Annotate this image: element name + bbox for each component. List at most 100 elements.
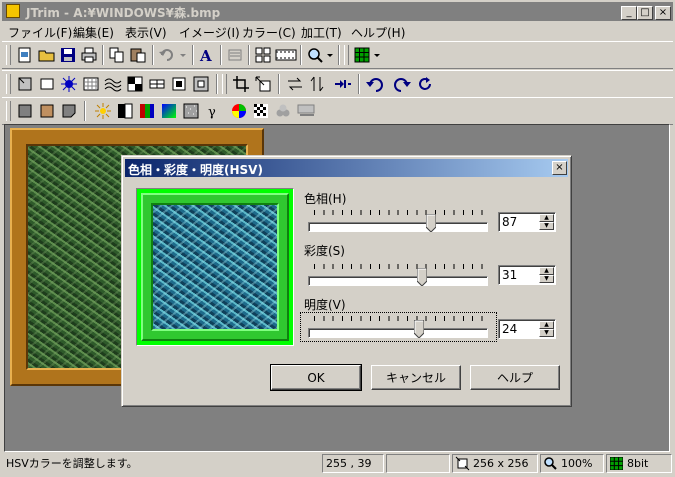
status-coordinates: 255 , 39	[322, 454, 384, 473]
saturation-slider-thumb[interactable]	[417, 268, 428, 286]
color-depth-value: 8bit	[627, 457, 649, 470]
contrast-icon[interactable]	[116, 102, 134, 120]
menu-image[interactable]: イメージ(I)	[179, 24, 240, 41]
paste-icon[interactable]	[129, 46, 147, 64]
burst-icon[interactable]	[60, 75, 78, 93]
rotate-right-90-icon[interactable]	[390, 75, 412, 93]
rotate-left-90-icon[interactable]	[365, 75, 387, 93]
menu-file[interactable]: ファイル(F)	[8, 24, 72, 41]
text-tool-icon[interactable]: A	[197, 46, 215, 64]
help-button[interactable]: ヘルプ	[470, 365, 560, 390]
effect-options-icon[interactable]	[296, 102, 318, 120]
noise-icon[interactable]	[182, 102, 200, 120]
hsv-color-wheel-icon[interactable]	[230, 102, 248, 120]
hue-spin-up[interactable]: ▲	[539, 214, 554, 222]
hue-slider-thumb[interactable]	[425, 214, 436, 232]
shadow-icon[interactable]	[60, 102, 78, 120]
value-track[interactable]	[308, 328, 488, 338]
square-frame-icon[interactable]	[192, 75, 210, 93]
rotate-icon[interactable]	[416, 75, 434, 93]
copy-icon[interactable]	[108, 46, 126, 64]
menu-process[interactable]: 加工(T)	[301, 24, 342, 41]
filmstrip-icon[interactable]	[275, 46, 297, 64]
menu-view[interactable]: 表示(V)	[125, 24, 167, 41]
bevel-icon[interactable]	[16, 75, 34, 93]
menu-color[interactable]: カラー(C)	[242, 24, 296, 41]
flip-horizontal-icon[interactable]	[286, 75, 304, 93]
mosaic-icon[interactable]	[82, 75, 100, 93]
gray-icon[interactable]	[16, 102, 34, 120]
gradient-icon[interactable]	[160, 102, 178, 120]
title-bar[interactable]: JTrim - A:¥WINDOWS¥森.bmp _ □ ×	[2, 2, 673, 21]
value-value: 24	[502, 322, 518, 336]
preview-frame	[141, 193, 289, 341]
resize-icon[interactable]	[254, 75, 272, 93]
hue-spinbox[interactable]: 87 ▲ ▼	[498, 212, 556, 232]
status-empty-pane	[386, 454, 450, 473]
toolbar-separator	[152, 45, 154, 65]
dialog-title-bar[interactable]: 色相・彩度・明度(HSV) ×	[125, 159, 568, 177]
toolbar-separator	[84, 101, 86, 121]
toolbar-grip[interactable]	[222, 74, 227, 94]
menu-bar: ファイル(F) 編集(E) 表示(V) イメージ(I) カラー(C) 加工(T)…	[2, 22, 673, 40]
svg-text:γ: γ	[208, 105, 216, 120]
value-spin-down[interactable]: ▼	[539, 329, 554, 337]
value-label: 明度(V)	[304, 298, 346, 312]
value-spinbox[interactable]: 24 ▲ ▼	[498, 319, 556, 339]
hue-spin-down[interactable]: ▼	[539, 222, 554, 230]
arrow-merge-icon[interactable]	[334, 75, 352, 93]
value-ticks	[314, 316, 484, 321]
close-button[interactable]: ×	[655, 6, 671, 20]
saturation-spin-down[interactable]: ▼	[539, 275, 554, 283]
gamma-icon[interactable]: γ	[204, 102, 222, 120]
split-icon[interactable]	[126, 75, 144, 93]
toolbar-separator	[192, 45, 194, 65]
saturation-ticks	[314, 264, 484, 269]
hue-label: 色相(H)	[304, 192, 347, 206]
toolbar-separator	[300, 45, 302, 65]
toolbar-grip[interactable]	[6, 74, 11, 94]
frame-icon[interactable]	[38, 75, 56, 93]
cancel-button[interactable]: キャンセル	[371, 365, 461, 390]
open-folder-icon[interactable]	[38, 46, 56, 64]
new-file-icon[interactable]	[16, 46, 34, 64]
print-icon[interactable]	[80, 46, 98, 64]
checker-icon[interactable]	[252, 102, 270, 120]
menu-help[interactable]: ヘルプ(H)	[351, 24, 405, 41]
menu-edit[interactable]: 編集(E)	[73, 24, 114, 41]
hue-ticks	[314, 210, 484, 215]
hue-track[interactable]	[308, 222, 488, 232]
grid-icon	[610, 457, 623, 470]
saturation-track[interactable]	[308, 276, 488, 286]
color-balance-icon[interactable]	[138, 102, 156, 120]
toolbar-separator	[220, 45, 222, 65]
maximize-button[interactable]: □	[637, 6, 653, 20]
crop-icon[interactable]	[232, 75, 250, 93]
toolbar-grip[interactable]	[6, 101, 11, 121]
minimize-button[interactable]: _	[621, 6, 637, 20]
value-slider-thumb[interactable]	[413, 320, 424, 338]
resize-icon	[455, 456, 470, 471]
saturation-spinbox[interactable]: 31 ▲ ▼	[498, 265, 556, 285]
brightness-icon[interactable]	[94, 102, 112, 120]
image-size-value: 256 x 256	[473, 457, 529, 470]
hsv-dialog: 色相・彩度・明度(HSV) × 色相(H) 87 ▲ ▼ 彩度(S) 31 ▲ …	[121, 155, 572, 407]
saturation-spin-up[interactable]: ▲	[539, 267, 554, 275]
value-spin-up[interactable]: ▲	[539, 321, 554, 329]
balls-icon[interactable]	[274, 102, 292, 120]
undo-icon[interactable]	[158, 46, 188, 64]
dialog-close-button[interactable]: ×	[552, 161, 567, 175]
ok-button[interactable]: OK	[270, 364, 362, 391]
brush-icon[interactable]	[226, 46, 244, 64]
toolbar-grip[interactable]	[344, 45, 349, 65]
wave-icon[interactable]	[104, 75, 122, 93]
toolbar-grip[interactable]	[6, 45, 11, 65]
grid-icon[interactable]	[353, 46, 381, 64]
sepia-icon[interactable]	[38, 102, 56, 120]
blocks-icon[interactable]	[148, 75, 166, 93]
zoom-icon[interactable]	[306, 46, 334, 64]
tile-view-icon[interactable]	[254, 46, 272, 64]
emboss-icon[interactable]	[170, 75, 188, 93]
flip-vertical-icon[interactable]	[308, 75, 326, 93]
save-icon[interactable]	[59, 46, 77, 64]
